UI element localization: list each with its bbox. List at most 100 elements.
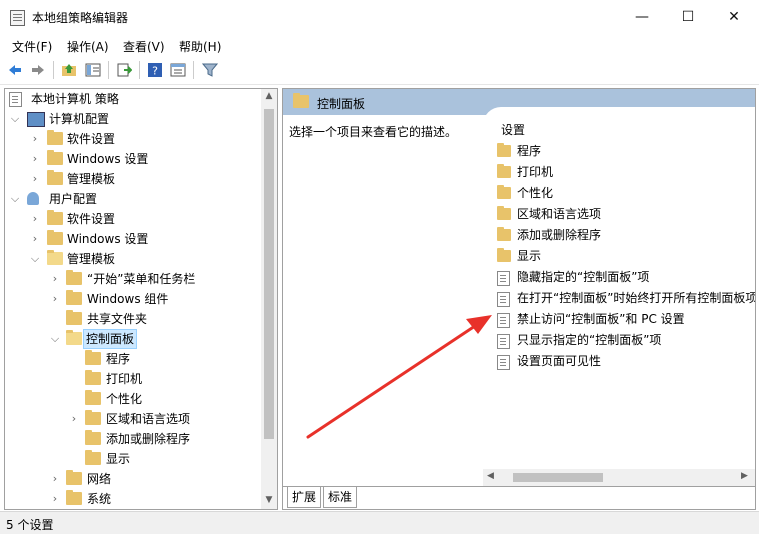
chevron-right-icon[interactable]: › xyxy=(49,469,61,489)
menu-action[interactable]: 操作(A) xyxy=(67,38,109,55)
pane-title: 控制面板 xyxy=(317,97,366,111)
horizontal-scrollbar[interactable]: ◀ ▶ xyxy=(483,469,755,486)
tree-label: Windows 设置 xyxy=(67,232,149,246)
tree-label: 系统 xyxy=(87,492,112,506)
tree-label: 管理模板 xyxy=(67,172,116,186)
maximize-button[interactable]: ☐ xyxy=(665,0,711,34)
folder-icon xyxy=(497,248,511,262)
title-bar: 本地组策略编辑器 — ☐ ✕ xyxy=(0,0,759,34)
filter-icon[interactable] xyxy=(202,62,218,78)
folder-icon xyxy=(66,290,82,305)
list-item-label: 只显示指定的“控制面板”项 xyxy=(517,333,662,347)
list-item-label: 禁止访问“控制面板”和 PC 设置 xyxy=(517,312,685,326)
list-item-label: 程序 xyxy=(517,144,542,158)
tree-label: “开始”菜单和任务栏 xyxy=(87,272,196,286)
view-tabs: 扩展 标准 xyxy=(283,486,755,509)
chevron-right-icon[interactable]: › xyxy=(29,129,41,149)
chevron-right-icon[interactable]: › xyxy=(29,169,41,189)
scroll-up-icon[interactable]: ▲ xyxy=(265,91,273,101)
menu-file[interactable]: 文件(F) xyxy=(12,38,52,55)
tree-label: 计算机配置 xyxy=(49,112,110,126)
tree-label: 打印机 xyxy=(106,372,143,386)
scroll-thumb[interactable] xyxy=(264,109,274,439)
menu-help[interactable]: 帮助(H) xyxy=(179,38,221,55)
chevron-right-icon[interactable]: › xyxy=(49,289,61,309)
tab-extended[interactable]: 扩展 xyxy=(287,487,322,508)
folder-icon xyxy=(497,227,511,241)
forward-arrow-icon[interactable] xyxy=(30,62,46,78)
folder-icon xyxy=(85,390,101,405)
setting-icon xyxy=(497,292,510,307)
tree-label: 管理模板 xyxy=(67,252,116,266)
chevron-right-icon[interactable]: › xyxy=(49,269,61,289)
list-item-label: 个性化 xyxy=(517,186,554,200)
folder-icon xyxy=(66,490,82,505)
menu-view[interactable]: 查看(V) xyxy=(123,38,165,55)
chevron-down-icon[interactable]: ⌵ xyxy=(29,249,41,269)
toolbar: ? xyxy=(0,56,759,85)
show-hide-tree-icon[interactable] xyxy=(85,62,101,78)
scroll-thumb[interactable] xyxy=(513,473,603,482)
folder-icon xyxy=(66,310,82,325)
tab-standard[interactable]: 标准 xyxy=(323,487,358,508)
export-list-icon[interactable] xyxy=(116,62,132,78)
up-folder-icon[interactable] xyxy=(61,62,77,78)
tree-label: 控制面板 xyxy=(83,329,138,349)
folder-icon xyxy=(85,430,101,445)
menu-bar: 文件(F) 操作(A) 查看(V) 帮助(H) xyxy=(0,34,759,56)
close-button[interactable]: ✕ xyxy=(711,0,757,34)
folder-icon xyxy=(293,93,309,108)
list-item-label: 显示 xyxy=(517,249,542,263)
tree-scrollbar[interactable]: ▲ ▼ xyxy=(261,89,277,509)
setting-icon xyxy=(497,355,510,370)
folder-icon xyxy=(85,410,101,425)
chevron-right-icon[interactable]: › xyxy=(29,229,41,249)
setting-icon xyxy=(497,334,510,349)
description-pane: 选择一个项目来查看它的描述。 xyxy=(283,115,483,470)
scroll-left-icon[interactable]: ◀ xyxy=(487,471,494,481)
folder-open-icon xyxy=(66,330,82,345)
folder-icon xyxy=(47,210,63,225)
policy-icon xyxy=(9,92,22,107)
settings-list: 设置 程序 打印机 个性化 区域和语言选项 添加或删除程序 显示 隐藏指定的“控… xyxy=(483,107,755,470)
back-arrow-icon[interactable] xyxy=(7,62,23,78)
folder-icon xyxy=(85,450,101,465)
chevron-right-icon[interactable]: › xyxy=(49,489,61,509)
tree-label: 添加或删除程序 xyxy=(106,432,191,446)
scroll-down-icon[interactable]: ▼ xyxy=(265,495,273,505)
user-icon xyxy=(27,192,39,205)
status-bar: 5 个设置 xyxy=(0,511,759,534)
minimize-button[interactable]: — xyxy=(619,0,665,34)
list-item-label: 在打开“控制面板”时始终打开所有控制面板项 xyxy=(517,291,756,305)
setting-icon xyxy=(497,313,510,328)
chevron-down-icon[interactable]: ⌵ xyxy=(9,189,21,209)
tree-pane: 本地计算机 策略 ⌵ 计算机配置 › 软件设置 › Windows 设置 › 管… xyxy=(4,88,278,510)
list-item-label: 添加或删除程序 xyxy=(517,228,602,242)
chevron-down-icon[interactable]: ⌵ xyxy=(9,109,21,129)
chevron-right-icon[interactable]: › xyxy=(68,409,80,429)
properties-icon[interactable] xyxy=(170,62,186,78)
tree-label: 网络 xyxy=(87,472,112,486)
svg-text:?: ? xyxy=(152,65,158,78)
chevron-right-icon[interactable]: › xyxy=(29,149,41,169)
folder-icon xyxy=(47,170,63,185)
tree-label: 程序 xyxy=(106,352,131,366)
folder-icon xyxy=(66,270,82,285)
setting-icon xyxy=(497,271,510,286)
list-column-header[interactable]: 设置 xyxy=(501,121,525,138)
description-text: 选择一个项目来查看它的描述。 xyxy=(289,125,458,139)
folder-icon xyxy=(47,130,63,145)
tree-root-label: 本地计算机 策略 xyxy=(31,92,119,106)
tree-label: 用户配置 xyxy=(49,192,98,206)
chevron-right-icon[interactable]: › xyxy=(29,209,41,229)
help-icon[interactable]: ? xyxy=(147,62,163,78)
chevron-down-icon[interactable]: ⌵ xyxy=(49,329,61,349)
tree-label: 个性化 xyxy=(106,392,143,406)
scroll-right-icon[interactable]: ▶ xyxy=(741,471,748,481)
tree-label: 显示 xyxy=(106,452,131,466)
tree-label: 共享文件夹 xyxy=(87,312,148,326)
list-item-label: 区域和语言选项 xyxy=(517,207,602,221)
folder-icon xyxy=(497,164,511,178)
tree-label: Windows 设置 xyxy=(67,152,149,166)
folder-icon xyxy=(85,370,101,385)
